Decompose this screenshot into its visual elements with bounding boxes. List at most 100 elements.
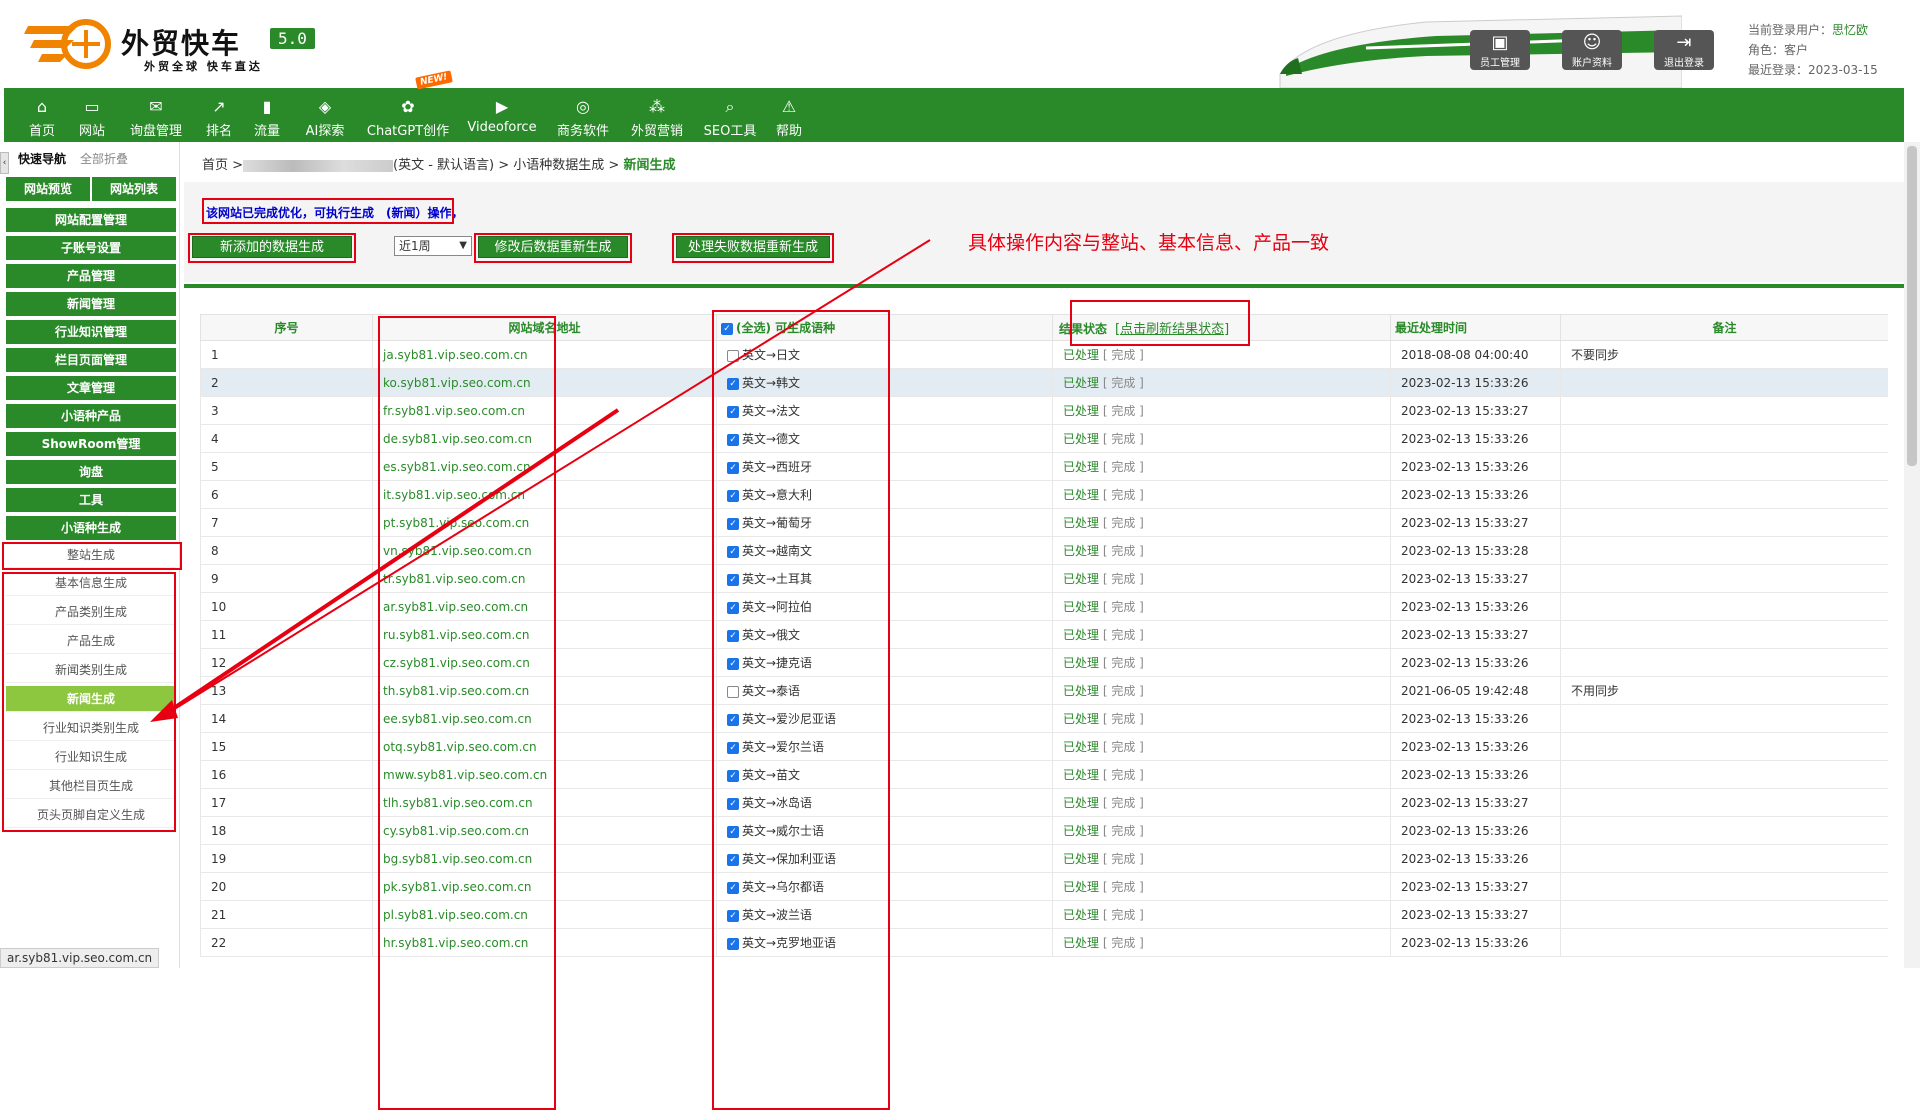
sidebar-item-news-category[interactable]: 新闻类别生成 <box>6 657 176 683</box>
sidebar-group-news[interactable]: 新闻管理 <box>6 292 176 316</box>
site-list-button[interactable]: 网站列表 <box>92 177 176 201</box>
nav-traffic[interactable]: ▮ 流量 <box>244 88 290 142</box>
row-checkbox[interactable]: ✓ <box>727 461 739 474</box>
page-scrollbar[interactable] <box>1904 142 1920 968</box>
row-checkbox[interactable]: ✓ <box>727 545 739 558</box>
row-domain[interactable]: cz.syb81.vip.seo.com.cn <box>372 648 717 677</box>
logout-button[interactable]: ⇥ 退出登录 <box>1654 30 1714 70</box>
sidebar-item-industry[interactable]: 行业知识生成 <box>6 744 176 770</box>
row-domain[interactable]: tlh.syb81.vip.seo.com.cn <box>372 788 717 817</box>
row-checkbox[interactable]: ✓ <box>727 769 739 782</box>
row-checkbox[interactable]: ✓ <box>727 629 739 642</box>
row-domain[interactable]: pt.syb81.vip.seo.com.cn <box>372 508 717 537</box>
row-checkbox[interactable]: ✓ <box>727 825 739 838</box>
row-checkbox[interactable]: ✓ <box>727 937 739 950</box>
nav-home[interactable]: ⌂ 首页 <box>14 88 70 142</box>
sidebar-group-product[interactable]: 产品管理 <box>6 264 176 288</box>
regenerate-modified-button[interactable]: 修改后数据重新生成 <box>478 236 628 258</box>
generate-new-data-button[interactable]: 新添加的数据生成 <box>192 236 352 258</box>
sidebar-group-inquiry[interactable]: 询盘 <box>6 460 176 484</box>
row-domain[interactable]: mww.syb81.vip.seo.com.cn <box>372 760 717 789</box>
monitor-icon: ▭ <box>84 97 100 116</box>
row-checkbox[interactable]: ✓ <box>727 657 739 670</box>
row-domain[interactable]: ar.syb81.vip.seo.com.cn <box>372 592 717 621</box>
row-checkbox[interactable]: ✓ <box>727 713 739 726</box>
sidebar-item-whole-site[interactable]: 整站生成 <box>6 542 176 568</box>
row-domain[interactable]: bg.syb81.vip.seo.com.cn <box>372 844 717 873</box>
handle-failed-button[interactable]: 处理失败数据重新生成 <box>676 236 830 258</box>
table-row: 2 ko.syb81.vip.seo.com.cn ✓ 英文→韩文 已处理 [ 完成 ]… <box>200 368 1888 397</box>
breadcrumb-lang[interactable]: (英文 - 默认语言) > 小语种数据生成 > <box>393 158 619 173</box>
scrollbar-thumb[interactable] <box>1907 146 1917 466</box>
row-checkbox[interactable]: ✓ <box>727 573 739 586</box>
select-all-checkbox[interactable]: ✓ <box>721 322 733 335</box>
sidebar-group-article[interactable]: 文章管理 <box>6 376 176 400</box>
row-checkbox[interactable]: ✓ <box>727 853 739 866</box>
current-user-name[interactable]: 思忆欧 <box>1832 23 1868 37</box>
sidebar-item-basic-info[interactable]: 基本信息生成 <box>6 570 176 596</box>
row-domain[interactable]: hr.syb81.vip.seo.com.cn <box>372 928 717 957</box>
sidebar-item-news[interactable]: 新闻生成 <box>6 686 176 712</box>
row-checkbox[interactable]: ✓ <box>727 881 739 894</box>
nav-ai-explore[interactable]: ◈ AI探索 <box>294 88 356 142</box>
sidebar-group-tools[interactable]: 工具 <box>6 488 176 512</box>
sidebar-group-subaccount[interactable]: 子账号设置 <box>6 236 176 260</box>
row-checkbox[interactable] <box>727 349 739 362</box>
nav-marketing[interactable]: ⁂ 外贸营销 <box>622 88 692 142</box>
row-domain[interactable]: pk.syb81.vip.seo.com.cn <box>372 872 717 901</box>
row-domain[interactable]: de.syb81.vip.seo.com.cn <box>372 424 717 453</box>
row-domain[interactable]: tr.syb81.vip.seo.com.cn <box>372 564 717 593</box>
nav-help[interactable]: ⚠ 帮助 <box>766 88 812 142</box>
row-domain[interactable]: th.syb81.vip.seo.com.cn <box>372 676 717 705</box>
row-checkbox[interactable]: ✓ <box>727 405 739 418</box>
sidebar-group-minor-lang-generate[interactable]: 小语种生成 <box>6 516 176 540</box>
row-checkbox[interactable]: ✓ <box>727 741 739 754</box>
row-domain[interactable]: es.syb81.vip.seo.com.cn <box>372 452 717 481</box>
row-domain[interactable]: cy.syb81.vip.seo.com.cn <box>372 816 717 845</box>
row-domain[interactable]: ko.syb81.vip.seo.com.cn <box>372 368 717 397</box>
site-preview-button[interactable]: 网站预览 <box>6 177 90 201</box>
nav-videoforce[interactable]: ▶ Videoforce <box>462 88 542 142</box>
brand-logo[interactable]: 外贸快车 5.0 外贸全球 快车直达 <box>24 16 344 76</box>
sidebar-item-industry-category[interactable]: 行业知识类别生成 <box>6 715 176 741</box>
collapse-all-link[interactable]: 全部折叠 <box>80 150 128 167</box>
row-checkbox[interactable]: ✓ <box>727 601 739 614</box>
nav-website[interactable]: ▭ 网站 <box>64 88 120 142</box>
sidebar-item-header-footer[interactable]: 页头页脚自定义生成 <box>6 802 176 828</box>
nav-business-software[interactable]: ◎ 商务软件 <box>548 88 618 142</box>
row-checkbox[interactable]: ✓ <box>727 377 739 390</box>
account-info-button[interactable]: ☺ 账户资料 <box>1562 30 1622 70</box>
row-checkbox[interactable]: ✓ <box>727 517 739 530</box>
row-domain[interactable]: vn.syb81.vip.seo.com.cn <box>372 536 717 565</box>
row-domain[interactable]: pl.syb81.vip.seo.com.cn <box>372 900 717 929</box>
row-domain[interactable]: ja.syb81.vip.seo.com.cn <box>372 340 717 369</box>
nav-chatgpt[interactable]: ✿ ChatGPT创作 NEW! <box>360 70 456 142</box>
row-checkbox[interactable] <box>727 685 739 698</box>
nav-ranking[interactable]: ↗ 排名 <box>196 88 242 142</box>
row-domain[interactable]: fr.syb81.vip.seo.com.cn <box>372 396 717 425</box>
row-checkbox[interactable]: ✓ <box>727 489 739 502</box>
row-checkbox[interactable]: ✓ <box>727 909 739 922</box>
sidebar-collapse-handle[interactable]: ‹ <box>0 152 9 174</box>
sidebar-group-minor-lang-product[interactable]: 小语种产品 <box>6 404 176 428</box>
period-select[interactable]: 近1周 ▼ <box>394 236 472 256</box>
nav-seo-tools[interactable]: ⌕ SEO工具 <box>698 88 762 142</box>
staff-management-button[interactable]: ▣ 员工管理 <box>1470 30 1530 70</box>
logout-icon: ⇥ <box>1676 32 1692 53</box>
sidebar-group-site-config[interactable]: 网站配置管理 <box>6 208 176 232</box>
row-domain[interactable]: ee.syb81.vip.seo.com.cn <box>372 704 717 733</box>
sidebar-item-other-column[interactable]: 其他栏目页生成 <box>6 773 176 799</box>
sidebar-item-product[interactable]: 产品生成 <box>6 628 176 654</box>
row-domain[interactable]: ru.syb81.vip.seo.com.cn <box>372 620 717 649</box>
row-checkbox[interactable]: ✓ <box>727 797 739 810</box>
row-checkbox[interactable]: ✓ <box>727 433 739 446</box>
sidebar-item-product-category[interactable]: 产品类别生成 <box>6 599 176 625</box>
sidebar-group-column-page[interactable]: 栏目页面管理 <box>6 348 176 372</box>
sidebar-group-showroom[interactable]: ShowRoom管理 <box>6 432 176 456</box>
sidebar-group-industry[interactable]: 行业知识管理 <box>6 320 176 344</box>
refresh-status-link[interactable]: [点击刷新结果状态] <box>1115 322 1229 337</box>
breadcrumb-home[interactable]: 首页 > <box>202 158 243 173</box>
nav-inquiry[interactable]: ✉ 询盘管理 <box>118 88 194 142</box>
row-domain[interactable]: it.syb81.vip.seo.com.cn <box>372 480 717 509</box>
row-domain[interactable]: otq.syb81.vip.seo.com.cn <box>372 732 717 761</box>
